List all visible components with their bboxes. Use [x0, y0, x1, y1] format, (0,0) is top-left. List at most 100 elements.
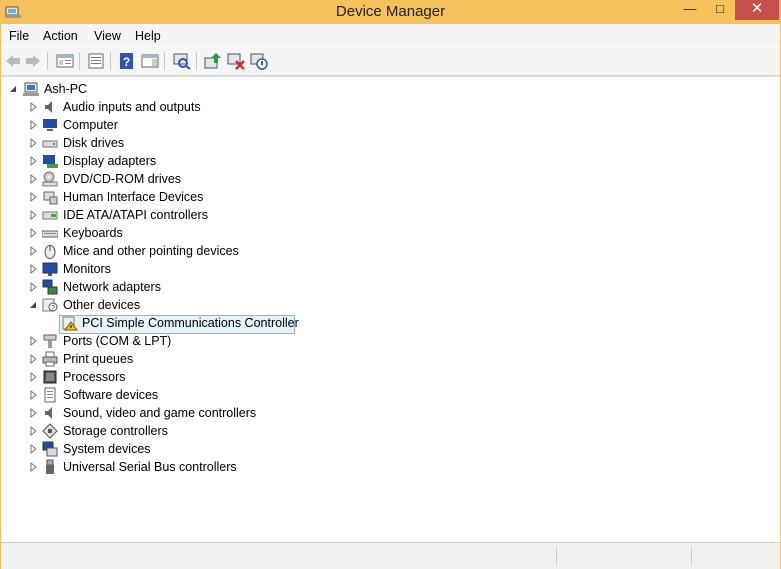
tree-item-label: Keyboards [63, 226, 123, 240]
tree-item-monitors[interactable]: Monitors [1, 260, 301, 278]
maximize-button[interactable]: □ [705, 0, 735, 20]
menu-help[interactable]: Help [135, 29, 161, 43]
expand-arrow-icon[interactable] [28, 246, 38, 256]
action-pane-icon[interactable] [141, 52, 159, 70]
speaker-icon [45, 101, 52, 113]
tree-item-label: Processors [63, 370, 126, 384]
tree-item-network-adapters[interactable]: Network adapters [1, 278, 301, 296]
tree-item-label: Sound, video and game controllers [63, 406, 257, 420]
tree-item-label: Audio inputs and outputs [63, 100, 201, 114]
display-adapter-icon [43, 155, 58, 168]
properties-icon[interactable] [87, 52, 105, 70]
ide-controller-icon [42, 211, 58, 220]
tree-item-system-devices[interactable]: System devices [1, 440, 301, 458]
tree-item-computer[interactable]: Computer [1, 116, 301, 134]
network-adapter-icon [42, 279, 58, 295]
expand-arrow-icon[interactable] [28, 444, 38, 454]
toolbar-separator [110, 52, 111, 70]
tree-item-label: Display adapters [63, 154, 157, 168]
expand-arrow-icon[interactable] [28, 156, 38, 166]
expand-arrow-icon[interactable] [28, 138, 38, 148]
status-divider [556, 547, 557, 565]
tree-item-label: Human Interface Devices [63, 190, 204, 204]
tree-item-print-queues[interactable]: Print queues [1, 350, 301, 368]
toolbar: ? [1, 47, 780, 76]
tree-item-label: Mice and other pointing devices [63, 244, 239, 258]
uninstall-icon[interactable] [227, 52, 245, 70]
software-device-icon [44, 387, 56, 403]
scan-hardware-icon[interactable] [173, 52, 191, 70]
tree-item-label: Storage controllers [63, 424, 168, 438]
tree-item-disk-drives[interactable]: Disk drives [1, 134, 301, 152]
svg-text:?: ? [123, 55, 130, 69]
expand-arrow-icon[interactable] [28, 282, 38, 292]
tree-item-pci-simple-comm-controller[interactable]: PCI Simple Communications Controller [1, 314, 301, 332]
tree-item-label: Other devices [63, 298, 141, 312]
tree-item-label: System devices [63, 442, 151, 456]
tree-item-label: IDE ATA/ATAPI controllers [63, 208, 208, 222]
tree-item-storage-controllers[interactable]: Storage controllers [1, 422, 301, 440]
tree-item-mice[interactable]: Mice and other pointing devices [1, 242, 301, 260]
show-hide-console-tree-icon[interactable] [56, 52, 74, 70]
tree-item-label: Software devices [63, 388, 159, 402]
expand-arrow-icon[interactable] [28, 210, 38, 220]
tree-item-audio[interactable]: Audio inputs and outputs [1, 98, 301, 116]
tree-root-ash-pc[interactable]: Ash-PC [1, 80, 301, 98]
menu-file[interactable]: File [9, 29, 29, 43]
title-bar: Device Manager — □ ✕ [0, 0, 781, 24]
computer-icon [23, 82, 39, 96]
unknown-device-icon: ? [42, 298, 58, 312]
expand-arrow-icon[interactable] [28, 174, 38, 184]
tree-item-keyboards[interactable]: Keyboards [1, 224, 301, 242]
warning-device-icon [62, 316, 78, 331]
expand-arrow-icon[interactable] [28, 372, 38, 382]
toolbar-separator [164, 52, 165, 70]
device-tree: Ash-PC Audio inputs and outputs Computer… [1, 76, 780, 543]
expand-arrow-icon[interactable] [28, 426, 38, 436]
tree-item-dvd-cdrom[interactable]: DVD/CD-ROM drives [1, 170, 301, 188]
menu-view[interactable]: View [94, 29, 121, 43]
status-divider [691, 547, 692, 565]
forward-icon[interactable] [24, 52, 42, 70]
expand-arrow-icon[interactable] [28, 120, 38, 130]
back-icon[interactable] [4, 52, 22, 70]
tree-item-processors[interactable]: Processors [1, 368, 301, 386]
help-icon[interactable]: ? [118, 52, 136, 70]
collapse-arrow-icon[interactable] [28, 300, 38, 310]
expand-arrow-icon[interactable] [28, 390, 38, 400]
expand-arrow-icon[interactable] [28, 102, 38, 112]
expand-arrow-icon[interactable] [28, 462, 38, 472]
hid-icon [43, 191, 58, 205]
expand-arrow-icon[interactable] [28, 354, 38, 364]
usb-icon [46, 459, 54, 474]
tree-item-other-devices[interactable]: ? Other devices [1, 296, 301, 314]
tree-item-ports[interactable]: Ports (COM & LPT) [1, 332, 301, 350]
tree-item-sound-video-game[interactable]: Sound, video and game controllers [1, 404, 301, 422]
tree-item-label: Network adapters [63, 280, 161, 294]
expand-arrow-icon[interactable] [28, 408, 38, 418]
monitor-icon [42, 262, 58, 276]
close-button[interactable]: ✕ [735, 0, 779, 20]
status-bar [1, 542, 780, 569]
computer-icon [43, 119, 57, 131]
expand-arrow-icon[interactable] [28, 336, 38, 346]
tree-item-usb-controllers[interactable]: Universal Serial Bus controllers [1, 458, 301, 476]
collapse-arrow-icon[interactable] [8, 84, 18, 94]
system-device-icon [42, 441, 58, 457]
window-title: Device Manager [335, 3, 446, 20]
menu-action[interactable]: Action [43, 29, 78, 43]
tree-item-hid[interactable]: Human Interface Devices [1, 188, 301, 206]
expand-arrow-icon[interactable] [28, 228, 38, 238]
tree-item-software-devices[interactable]: Software devices [1, 386, 301, 404]
dvd-drive-icon [42, 171, 58, 187]
disk-drive-icon [42, 140, 58, 148]
minimize-button[interactable]: — [675, 0, 705, 20]
update-driver-icon[interactable] [204, 52, 222, 70]
keyboard-icon [42, 230, 58, 238]
expand-arrow-icon[interactable] [28, 264, 38, 274]
port-icon [43, 334, 57, 348]
tree-item-display-adapters[interactable]: Display adapters [1, 152, 301, 170]
disable-device-icon[interactable] [250, 52, 268, 70]
expand-arrow-icon[interactable] [28, 192, 38, 202]
tree-item-ide-ata[interactable]: IDE ATA/ATAPI controllers [1, 206, 301, 224]
